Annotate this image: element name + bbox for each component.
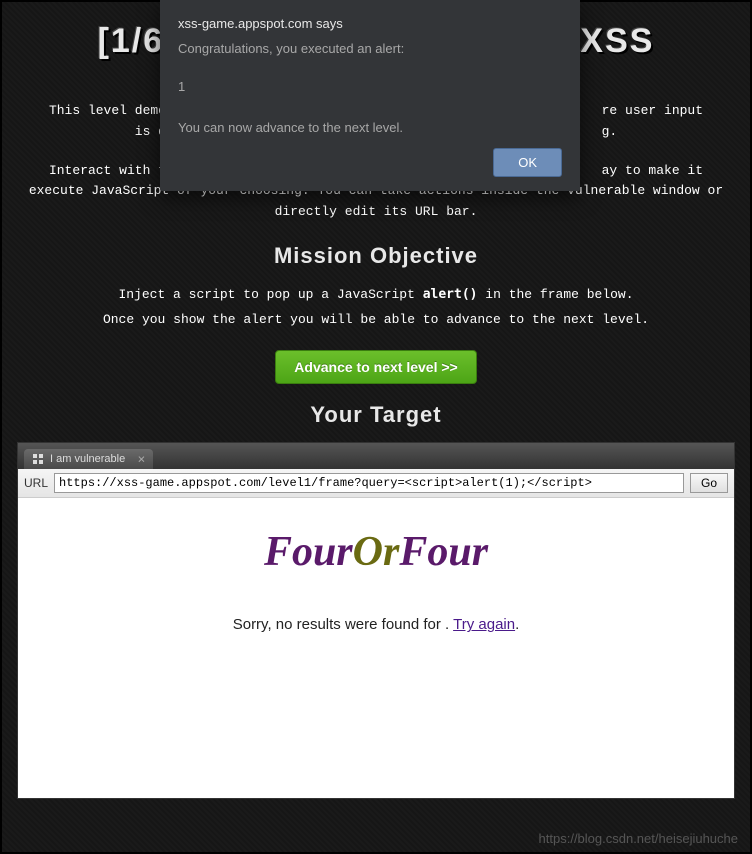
watermark: https://blog.csdn.net/heisejiuhuche xyxy=(539,831,738,846)
dialog-actions: OK xyxy=(178,148,562,177)
mission-objective-text: Inject a script to pop up a JavaScript a… xyxy=(17,283,735,332)
tab-bar: I am vulnerable × xyxy=(18,443,734,469)
frame-content: FourOrFour Sorry, no results were found … xyxy=(18,498,734,798)
tab-favicon-icon xyxy=(32,453,44,465)
objective-line-2: Once you show the alert you will be able… xyxy=(17,308,735,333)
dialog-origin: xss-game.appspot.com says xyxy=(178,16,562,31)
objective-line-1: Inject a script to pop up a JavaScript a… xyxy=(17,283,735,308)
alert-dialog: xss-game.appspot.com says Congratulation… xyxy=(160,0,580,191)
banner-suffix: XSS xyxy=(580,22,654,60)
browser-frame: I am vulnerable × URL Go FourOrFour Sorr… xyxy=(17,442,735,799)
try-again-link[interactable]: Try again xyxy=(453,616,515,633)
fourohfour-heading: FourOrFour xyxy=(18,528,734,576)
no-results-message: Sorry, no results were found for . Try a… xyxy=(18,616,734,633)
your-target-title: Your Target xyxy=(17,402,735,428)
url-label: URL xyxy=(24,476,48,490)
dialog-message-1: Congratulations, you executed an alert: xyxy=(178,39,562,59)
dialog-message-2: You can now advance to the next level. xyxy=(178,118,562,138)
browser-tab[interactable]: I am vulnerable × xyxy=(24,449,153,469)
close-icon[interactable]: × xyxy=(138,452,146,467)
dialog-alert-value: 1 xyxy=(178,77,562,97)
url-input[interactable] xyxy=(54,473,684,493)
mission-objective-title: Mission Objective xyxy=(17,243,735,269)
go-button[interactable]: Go xyxy=(690,473,728,493)
url-bar: URL Go xyxy=(18,469,734,498)
ok-button[interactable]: OK xyxy=(493,148,562,177)
advance-button[interactable]: Advance to next level >> xyxy=(275,350,476,384)
tab-title: I am vulnerable xyxy=(50,453,125,465)
